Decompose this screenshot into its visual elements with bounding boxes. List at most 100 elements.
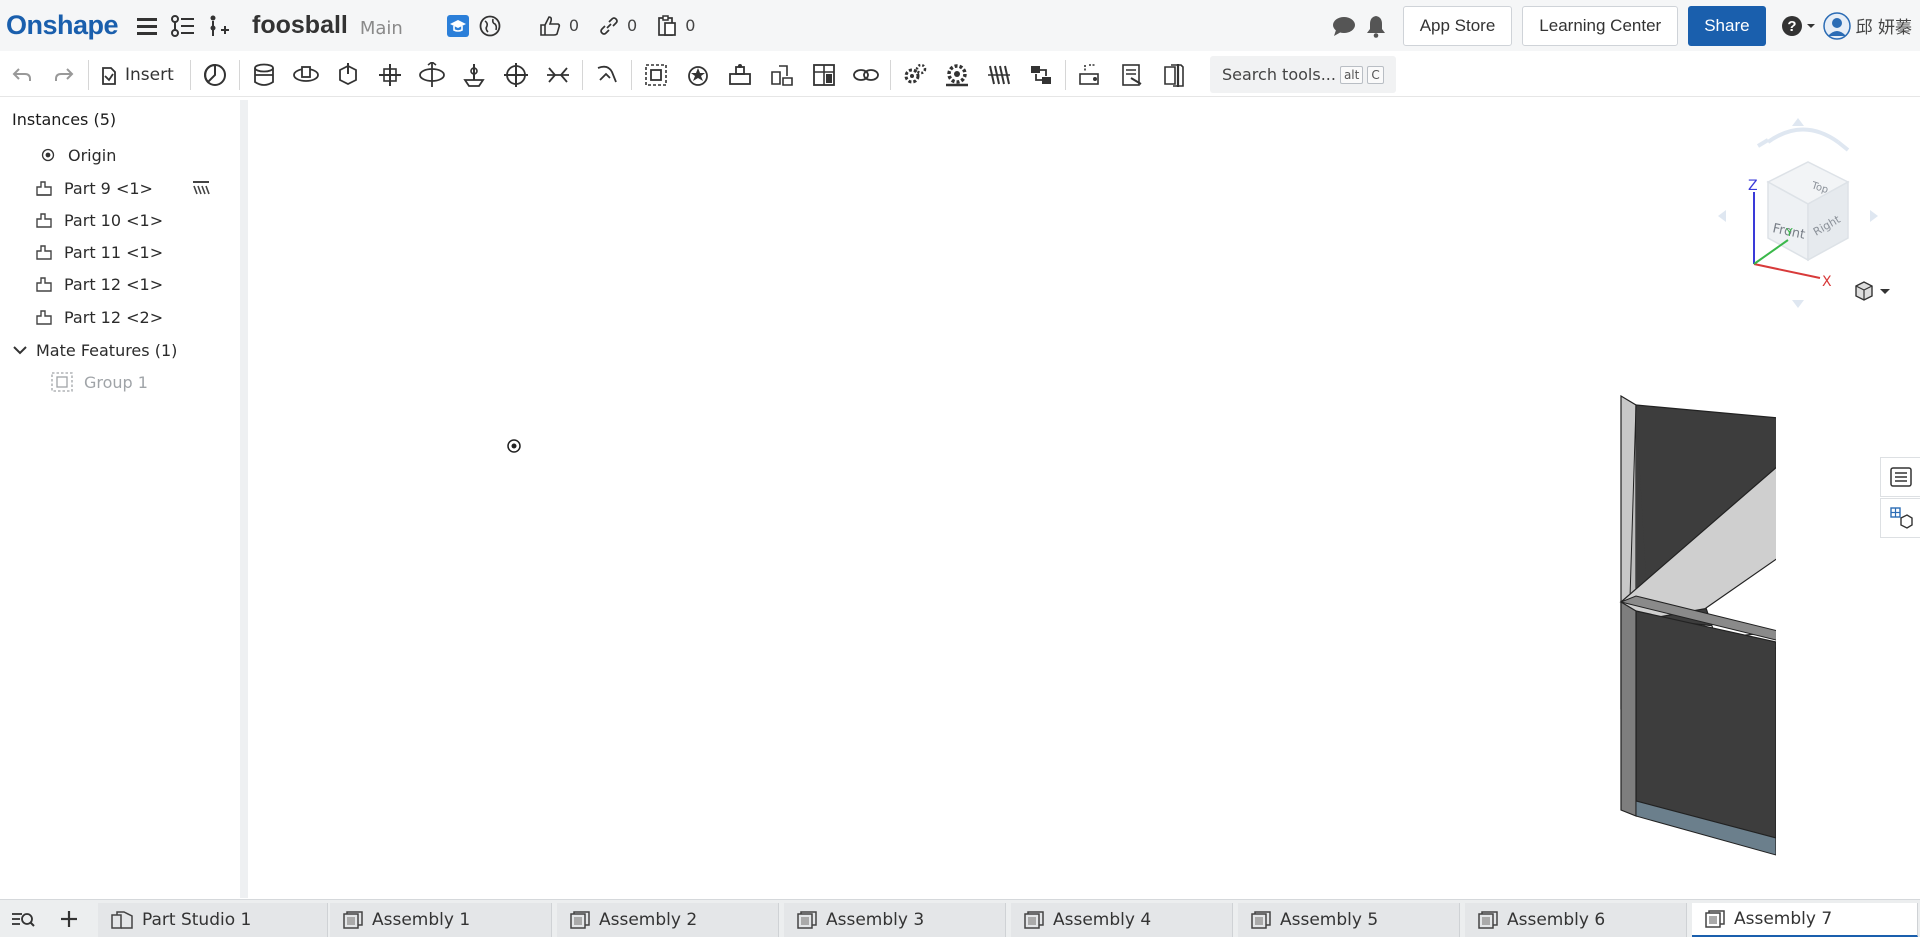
list-item-part[interactable]: Part 10 <1> [34, 205, 163, 235]
gear-icon[interactable] [897, 57, 933, 93]
branch-name[interactable]: Main [360, 18, 403, 39]
rotate-down-arrow-icon[interactable] [1792, 300, 1804, 308]
mate-connector-icon[interactable] [680, 57, 716, 93]
list-item-origin[interactable]: Origin [38, 140, 116, 170]
linear-pattern-icon[interactable] [764, 57, 800, 93]
tree-item-label: Origin [68, 145, 117, 165]
replicate-icon[interactable] [722, 57, 758, 93]
comments-icon[interactable] [1329, 11, 1359, 41]
user-avatar-icon[interactable] [1822, 11, 1852, 41]
rotate-right-arrow-icon[interactable] [1870, 210, 1878, 222]
learning-mode-icon[interactable] [443, 11, 473, 41]
section-view-icon[interactable] [1156, 57, 1192, 93]
list-item-group[interactable]: Group 1 [50, 367, 148, 397]
group-icon[interactable] [638, 57, 674, 93]
rotate-left-arrow-icon[interactable] [1718, 210, 1726, 222]
list-item-part[interactable]: Part 11 <1> [34, 237, 163, 267]
learning-center-button[interactable]: Learning Center [1522, 5, 1679, 46]
mass-properties-icon[interactable] [1114, 57, 1150, 93]
screw-relation-icon[interactable] [981, 57, 1017, 93]
tab-assembly-4[interactable]: Assembly 4 [1011, 903, 1233, 937]
tab-assembly-2[interactable]: Assembly 2 [557, 903, 779, 937]
list-item-part[interactable]: Part 12 <2> [34, 302, 163, 332]
explode-view-icon[interactable] [806, 57, 842, 93]
public-globe-icon[interactable] [475, 11, 505, 41]
view-options-dropdown[interactable] [1852, 280, 1892, 304]
measure-icon[interactable] [1072, 57, 1108, 93]
thumbs-up-icon [540, 15, 560, 36]
copies-counter[interactable]: 0 [657, 14, 695, 37]
chevron-down-icon[interactable] [10, 340, 30, 360]
tangent-mate-icon[interactable] [589, 57, 625, 93]
help-icon[interactable]: ? [1780, 11, 1818, 41]
link-icon [600, 16, 618, 35]
tab-label: Assembly 4 [1053, 910, 1152, 930]
top-header: Onshape foosball Main 0 0 0 App Store Le… [0, 0, 1920, 51]
shortcut-key-c: C [1367, 65, 1384, 84]
hamburger-menu-icon[interactable] [132, 11, 162, 41]
origin-marker-icon[interactable] [506, 438, 522, 458]
linear-relation-icon[interactable] [1023, 57, 1059, 93]
list-item-part[interactable]: Part 12 <1> [34, 269, 163, 299]
revolute-mate-icon[interactable] [288, 57, 324, 93]
redo-icon[interactable] [46, 57, 82, 93]
instances-header[interactable]: Instances (5) [12, 110, 116, 129]
tab-assembly-7[interactable]: Assembly 7 [1692, 903, 1918, 937]
tree-item-label: Part 9 <1> [64, 178, 153, 198]
rotate-up-arrow-icon[interactable] [1792, 118, 1804, 126]
named-position-icon[interactable] [197, 57, 233, 93]
onshape-logo[interactable]: Onshape [6, 10, 119, 41]
parallel-mate-icon[interactable] [540, 57, 576, 93]
feature-list-toggle-icon[interactable] [1880, 457, 1920, 497]
rack-pinion-icon[interactable] [939, 57, 975, 93]
svg-text:?: ? [1787, 18, 1796, 35]
toolbar-separator [88, 59, 89, 90]
tab-part-studio-1[interactable]: Part Studio 1 [98, 903, 328, 937]
tree-item-label: Part 12 <2> [64, 307, 164, 327]
part-icon [34, 242, 54, 262]
likes-counter[interactable]: 0 [539, 15, 579, 37]
document-title[interactable]: foosball [252, 11, 348, 40]
pin-slot-mate-icon[interactable] [456, 57, 492, 93]
tab-assembly-3[interactable]: Assembly 3 [784, 903, 1006, 937]
ball-mate-icon[interactable] [498, 57, 534, 93]
links-counter[interactable]: 0 [599, 16, 637, 36]
rotate-arrow-icon[interactable] [1766, 127, 1840, 144]
search-tools-input[interactable]: Search tools... alt C [1210, 56, 1396, 93]
slider-mate-icon[interactable] [330, 57, 366, 93]
likes-count: 0 [568, 16, 580, 35]
planar-mate-icon[interactable] [372, 57, 408, 93]
graphics-viewport[interactable]: Top Front Right Z X Y [256, 98, 1920, 898]
toolbar-separator [889, 59, 891, 90]
tree-item-label: Part 11 <1> [64, 242, 164, 262]
shortcut-key-alt: alt [1339, 65, 1364, 84]
tab-label: Part Studio 1 [142, 910, 252, 930]
app-store-button[interactable]: App Store [1402, 5, 1513, 46]
version-graph-icon[interactable] [168, 11, 198, 41]
assembly-icon [1477, 910, 1499, 930]
cylindrical-mate-icon[interactable] [414, 57, 450, 93]
undo-icon[interactable] [4, 57, 40, 93]
tab-assembly-6[interactable]: Assembly 6 [1465, 903, 1687, 937]
tree-item-label: Group 1 [84, 372, 148, 392]
tab-assembly-5[interactable]: Assembly 5 [1238, 903, 1460, 937]
fixed-part-icon [192, 180, 210, 200]
list-item-part[interactable]: Part 9 <1> [34, 173, 153, 203]
share-button[interactable]: Share [1688, 5, 1766, 46]
bom-table-icon[interactable] [1880, 498, 1920, 538]
add-tab-icon[interactable] [50, 901, 88, 937]
user-name[interactable]: 邱 妍蓁 [1856, 13, 1912, 38]
tab-manager-icon[interactable] [4, 901, 42, 937]
gear-relation-icon[interactable] [848, 57, 884, 93]
fastened-mate-icon[interactable] [246, 57, 282, 93]
group-icon [50, 372, 74, 392]
tab-assembly-1[interactable]: Assembly 1 [330, 903, 552, 937]
assembly-3d-model[interactable] [1356, 388, 1776, 868]
create-version-icon[interactable] [204, 11, 234, 41]
mate-features-folder[interactable]: Mate Features (1) [10, 335, 177, 365]
insert-button[interactable]: Insert [99, 64, 174, 86]
model-face [1620, 600, 1637, 817]
notifications-bell-icon[interactable] [1361, 11, 1391, 41]
links-count: 0 [627, 16, 638, 35]
insert-label: Insert [125, 64, 174, 85]
